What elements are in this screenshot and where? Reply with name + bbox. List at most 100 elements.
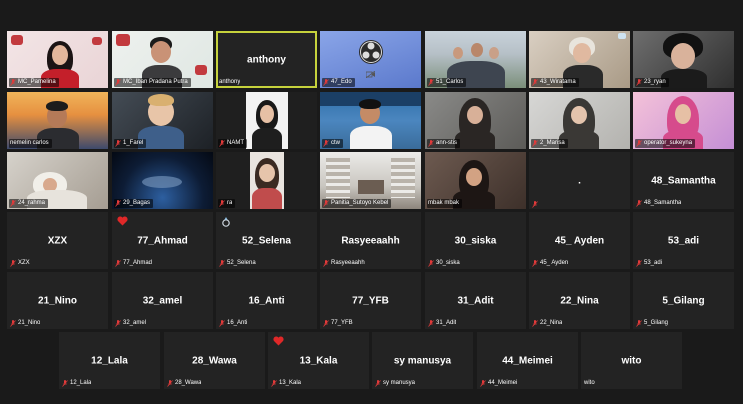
participant-tile[interactable]: 48_Samantha 48_Samantha <box>633 152 734 209</box>
muted-mic-icon <box>636 320 642 327</box>
participant-tile[interactable]: ra <box>216 152 317 209</box>
participant-tile[interactable]: 45_ Ayden 45_ Ayden <box>529 212 630 269</box>
participant-tile[interactable]: 30_siska 30_siska <box>425 212 526 269</box>
participant-center-name: 12_Lala <box>91 355 128 366</box>
participant-name-label: 52_Selena <box>218 259 259 268</box>
participant-tile[interactable]: 12_Lala 12_Lala <box>59 332 160 389</box>
participant-name-label: 45_ Ayden <box>531 259 571 268</box>
participant-tile[interactable]: MC_Pamelina <box>7 31 108 88</box>
participant-name-label: 28_Wawa <box>166 379 204 388</box>
muted-mic-icon <box>428 79 434 86</box>
participant-tile[interactable]: 22_Nina 22_Nina <box>529 272 630 329</box>
participant-tile[interactable]: 1_Farel <box>112 92 213 149</box>
participant-center-name: 22_Nina <box>560 295 599 306</box>
video-off-icon <box>366 71 375 78</box>
participant-tile[interactable]: 47_Edo <box>320 31 421 88</box>
participant-tile[interactable]: 51_Carlos <box>425 31 526 88</box>
participant-tile[interactable]: 53_adi 53_adi <box>633 212 734 269</box>
participant-tile[interactable]: 28_Wawa 28_Wawa <box>164 332 265 389</box>
participant-tile[interactable]: 2_Marisa <box>529 92 630 149</box>
participant-tile[interactable]: MC_Iban Pradana Putra <box>112 31 213 88</box>
participant-tile[interactable]: nemelin carlos <box>7 92 108 149</box>
muted-mic-icon <box>636 79 642 86</box>
participant-tile[interactable]: operator_sukeyna <box>633 92 734 149</box>
muted-mic-icon <box>532 320 538 327</box>
muted-mic-icon <box>480 380 486 387</box>
participant-tile[interactable]: 16_Anti 16_Anti <box>216 272 317 329</box>
participant-name-label: 77_Ahmad <box>114 259 155 268</box>
participant-name-label: 12_Lala <box>61 379 94 388</box>
participant-name-label <box>531 201 543 208</box>
muted-mic-icon <box>323 200 329 207</box>
participant-name-label: MC_Pamelina <box>9 78 59 87</box>
muted-mic-icon <box>219 320 225 327</box>
participant-tile[interactable]: 29_Bagas <box>112 152 213 209</box>
heart-reaction-icon <box>117 216 128 226</box>
participant-center-name: 31_Adit <box>457 295 494 306</box>
heart-reaction-icon <box>273 336 284 346</box>
participant-name-label: 1_Farel <box>114 139 147 148</box>
muted-mic-icon <box>271 380 277 387</box>
participant-tile[interactable]: 77_YFB 77_YFB <box>320 272 421 329</box>
participant-tile[interactable]: 13_Kala 13_Kala <box>268 332 369 389</box>
participant-name-label: Panitia_Sutoyo Kebel <box>322 199 392 208</box>
participant-tile[interactable]: NAMT <box>216 92 317 149</box>
participant-tile[interactable]: ctw <box>320 92 421 149</box>
muted-mic-icon <box>10 79 16 86</box>
participant-center-name: 77_YFB <box>352 295 389 306</box>
muted-mic-icon <box>323 140 329 147</box>
muted-mic-icon <box>62 380 68 387</box>
gallery-view: { "colors": { "background": "#1a1a1a", "… <box>0 0 743 404</box>
participant-center-name: . <box>578 175 581 186</box>
participant-tile[interactable]: 77_Ahmad 77_Ahmad <box>112 212 213 269</box>
muted-mic-icon <box>219 140 225 147</box>
muted-mic-icon <box>428 320 434 327</box>
participant-tile-active-speaker[interactable]: anthony anthony <box>216 31 317 88</box>
participant-tile[interactable]: Panitia_Sutoyo Kebel <box>320 152 421 209</box>
muted-mic-icon <box>115 320 121 327</box>
muted-mic-icon <box>10 320 16 327</box>
participant-name-label: 44_Meimei <box>479 379 520 388</box>
participant-tile[interactable]: wito wito <box>581 332 682 389</box>
participant-name-label: mbak mbak <box>427 199 463 208</box>
participant-name-label: 47_Edo <box>322 78 355 87</box>
participant-tile[interactable]: ann-stis <box>425 92 526 149</box>
participant-tile[interactable]: 21_Nino 21_Nino <box>7 272 108 329</box>
participant-tile[interactable]: 31_Adit 31_Adit <box>425 272 526 329</box>
participant-tile[interactable]: mbak mbak <box>425 152 526 209</box>
muted-mic-icon <box>10 260 16 267</box>
muted-mic-icon <box>219 260 225 267</box>
participant-tile[interactable]: 32_amel 32_amel <box>112 272 213 329</box>
participant-name-label: nemelin carlos <box>9 139 52 148</box>
participant-name-label: operator_sukeyna <box>635 139 696 148</box>
participant-tile[interactable]: 52_Selena 52_Selena <box>216 212 317 269</box>
participant-tile[interactable]: 24_rahma <box>7 152 108 209</box>
participant-name-label: Rasyeeaahh <box>322 259 368 268</box>
participant-tile[interactable]: sy manusya sy manusya <box>372 332 473 389</box>
muted-mic-icon <box>375 380 381 387</box>
participant-name-label: 53_adi <box>635 259 665 268</box>
participant-center-name: sy manusya <box>393 355 452 366</box>
ring-emoji-icon <box>222 217 230 227</box>
muted-mic-icon <box>636 140 642 147</box>
participant-center-name: 48_Samantha <box>651 175 716 186</box>
participant-name-label: ann-stis <box>427 139 461 148</box>
participant-name-label: 43_Wiratama <box>531 78 579 87</box>
participant-name-label: MC_Iban Pradana Putra <box>114 78 191 87</box>
participant-name-label: 31_Adit <box>427 319 459 328</box>
participant-center-name: 21_Nino <box>38 295 77 306</box>
participant-name-label: 2_Marisa <box>531 139 568 148</box>
participant-tile[interactable]: 23_ryan <box>633 31 734 88</box>
muted-mic-icon <box>532 201 538 208</box>
participant-center-name: Rasyeeaahh <box>341 235 400 246</box>
participant-tile[interactable]: . <box>529 152 630 209</box>
muted-mic-icon <box>532 260 538 267</box>
participant-tile[interactable]: 43_Wiratama <box>529 31 630 88</box>
muted-mic-icon <box>10 200 16 207</box>
participant-name-label: anthony <box>219 79 241 85</box>
participant-tile[interactable]: XZX XZX <box>7 212 108 269</box>
participant-tile[interactable]: 5_Gilang 5_Gilang <box>633 272 734 329</box>
participant-name-label: sy manusya <box>374 379 418 388</box>
participant-tile[interactable]: Rasyeeaahh Rasyeeaahh <box>320 212 421 269</box>
participant-tile[interactable]: 44_Meimei 44_Meimei <box>477 332 578 389</box>
